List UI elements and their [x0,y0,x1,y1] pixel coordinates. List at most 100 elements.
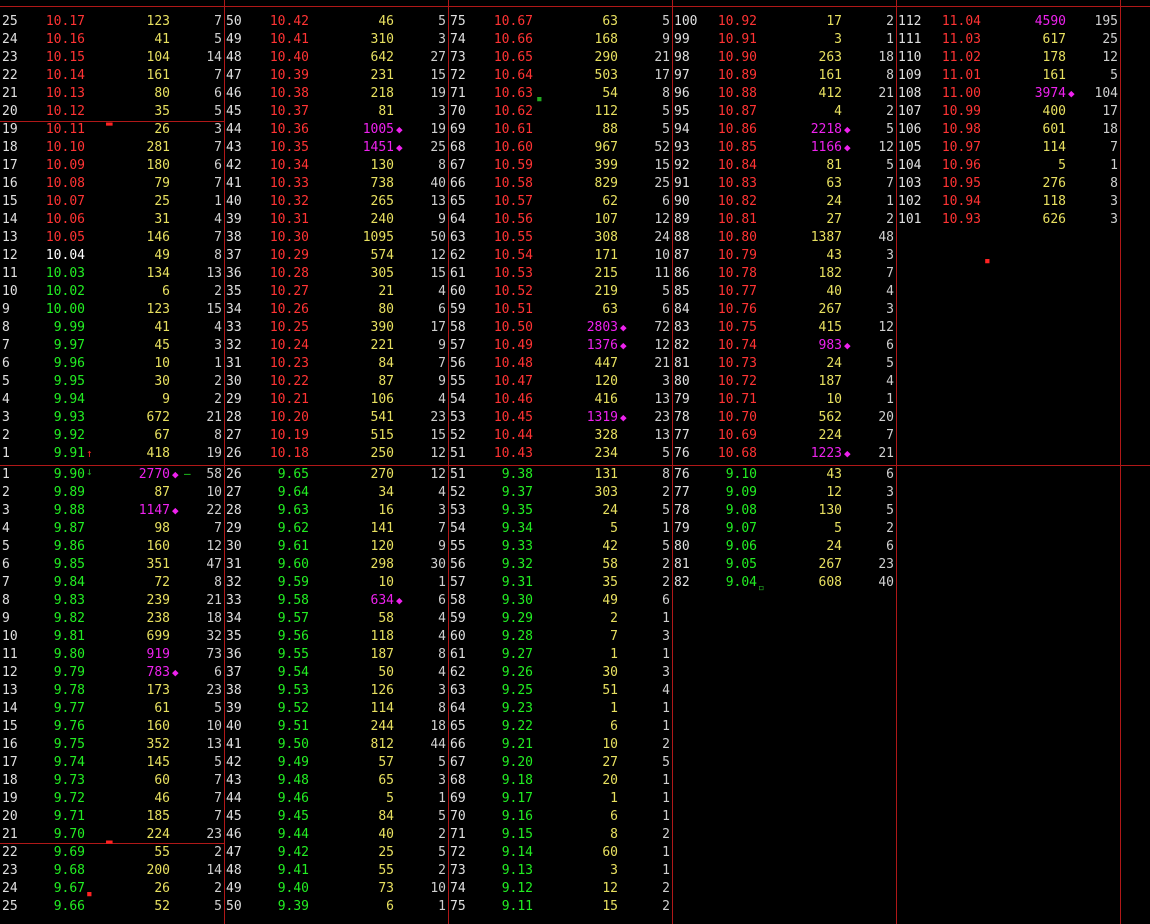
buy-col1-row11-price: 9.80 [53,647,85,662]
sell-col3-row13-price: 10.55 [493,230,533,245]
sell-col2-row5-count: 19 [430,86,446,101]
buy-col3-row24-count: 2 [662,881,670,896]
buy-col2-row23-volume: 55 [378,863,394,878]
sell-col1-row6-volume: 35 [154,104,170,119]
buy-col2-row10-count: 4 [438,629,446,644]
sell-col3-row2-volume: 168 [594,32,618,47]
sell-col4-row24-price: 10.69 [717,428,757,443]
buy-col1-row15-price: 9.76 [53,719,85,734]
sell-col2-row5-price: 10.38 [269,86,309,101]
buy-col1-row12-volume: 783 [146,665,170,680]
sell-col2-row12-count: 9 [438,212,446,227]
buy-col2-row9-price: 9.57 [277,611,309,626]
sell-col4-row24-volume: 224 [818,428,842,443]
buy-col3-row13-volume: 51 [602,683,618,698]
sell-col1-row15-volume: 134 [146,266,170,281]
buy-col3-row13-count: 4 [662,683,670,698]
sell-col4-row3-count: 18 [878,50,894,65]
marker-icon: ▪ [984,254,991,267]
down-arrow-icon: ↓ [86,465,93,478]
buy-col2-row12-price: 9.54 [277,665,309,680]
sell-col1-row2-count: 5 [214,32,222,47]
sell-col5-row10-count: 8 [1110,176,1118,191]
sell-col4-row2-count: 1 [886,32,894,47]
sell-col2-row19-price: 10.24 [269,338,309,353]
sell-col2-row15-volume: 305 [370,266,394,281]
buy-col1-row23-volume: 200 [146,863,170,878]
sell-col5-row5-volume: 3974 [1034,86,1066,101]
buy-col1-row8-volume: 239 [146,593,170,608]
sell-col1-row22-volume: 9 [162,392,170,407]
sell-col3-row23-volume: 1319 [586,410,618,425]
buy-col3-row10-count: 3 [662,629,670,644]
buy-col3-row1-volume: 131 [594,467,618,482]
sell-col4-row22-volume: 10 [826,392,842,407]
sell-col4-row20-count: 5 [886,356,894,371]
sell-col3-row4-volume: 503 [594,68,618,83]
sell-col2-row1-count: 5 [438,14,446,29]
buy-col1-row24-price: 9.67 [53,881,85,896]
sell-col1-row3-count: 14 [206,50,222,65]
buy-col3-row10-volume: 7 [610,629,618,644]
buy-col3-row25-price: 9.11 [501,899,533,914]
sell-col3-row19-volume: 1376 [586,338,618,353]
buy-col4-row4-volume: 5 [834,521,842,536]
sell-col3-row10-count: 25 [654,176,670,191]
sell-col4-row20-price: 10.73 [717,356,757,371]
buy-col1-row13-price: 9.78 [53,683,85,698]
buy-col3-row4-count: 1 [662,521,670,536]
sell-col3-row9-volume: 399 [594,158,618,173]
sell-col2-row16-volume: 21 [378,284,394,299]
sell-col5-row7-volume: 601 [1042,122,1066,137]
sell-col1-row17-price: 10.00 [45,302,85,317]
buy-col1-row22-volume: 55 [154,845,170,860]
buy-col2-row6-price: 9.60 [277,557,309,572]
buy-col1-row8-count: 21 [206,593,222,608]
sell-col3-row9-price: 10.59 [493,158,533,173]
buy-col4-row4-price: 9.07 [725,521,757,536]
sell-col4-row18-price: 10.75 [717,320,757,335]
sell-col4-row8-large-order-icon: ◆ [844,141,851,154]
buy-col3-row9-count: 1 [662,611,670,626]
sell-col2-row8-volume: 1451 [362,140,394,155]
sell-col4-row23-price: 10.70 [717,410,757,425]
sell-col5-row7-count: 18 [1102,122,1118,137]
buy-col2-row22-price: 9.42 [277,845,309,860]
sell-col1-row6-count: 5 [214,104,222,119]
sell-col5-row8-price: 10.97 [941,140,981,155]
sell-col2-row18-volume: 390 [370,320,394,335]
sell-col2-row25-price: 10.18 [269,446,309,461]
sell-col3-row25-count: 5 [662,446,670,461]
sell-col3-row18-large-order-icon: ◆ [620,321,627,334]
buy-col3-row14-count: 1 [662,701,670,716]
buy-col2-row8-large-order-icon: ◆ [396,594,403,607]
buy-col1-row12-large-order-icon: ◆ [172,666,179,679]
sell-col4-row1-count: 2 [886,14,894,29]
buy-col1-row6-price: 9.85 [53,557,85,572]
buy-col1-row15-count: 10 [206,719,222,734]
buy-col3-row14-volume: 1 [610,701,618,716]
buy-col1-row9-price: 9.82 [53,611,85,626]
sell-col3-row1-count: 5 [662,14,670,29]
buy-col1-row7-volume: 72 [154,575,170,590]
sell-col3-row8-price: 10.60 [493,140,533,155]
sell-col3-row11-volume: 62 [602,194,618,209]
buy-col1-row24-count: 2 [214,881,222,896]
sell-col5-row10-price: 10.95 [941,176,981,191]
sell-col1-row9-volume: 180 [146,158,170,173]
buy-col1-row9-volume: 238 [146,611,170,626]
sell-col1-row5-count: 6 [214,86,222,101]
sell-col4-row8-price: 10.85 [717,140,757,155]
buy-col3-row11-volume: 1 [610,647,618,662]
buy-col1-row18-count: 7 [214,773,222,788]
sell-col3-row21-volume: 120 [594,374,618,389]
buy-col3-row19-price: 9.17 [501,791,533,806]
sell-col2-row18-price: 10.25 [269,320,309,335]
sell-col4-row21-price: 10.72 [717,374,757,389]
buy-col2-row22-count: 5 [438,845,446,860]
buy-col4-row7-volume: 608 [818,575,842,590]
sell-col3-row22-volume: 416 [594,392,618,407]
sell-col1-row18-count: 4 [214,320,222,335]
sell-col5-row12-count: 3 [1110,212,1118,227]
sell-col2-row7-count: 19 [430,122,446,137]
